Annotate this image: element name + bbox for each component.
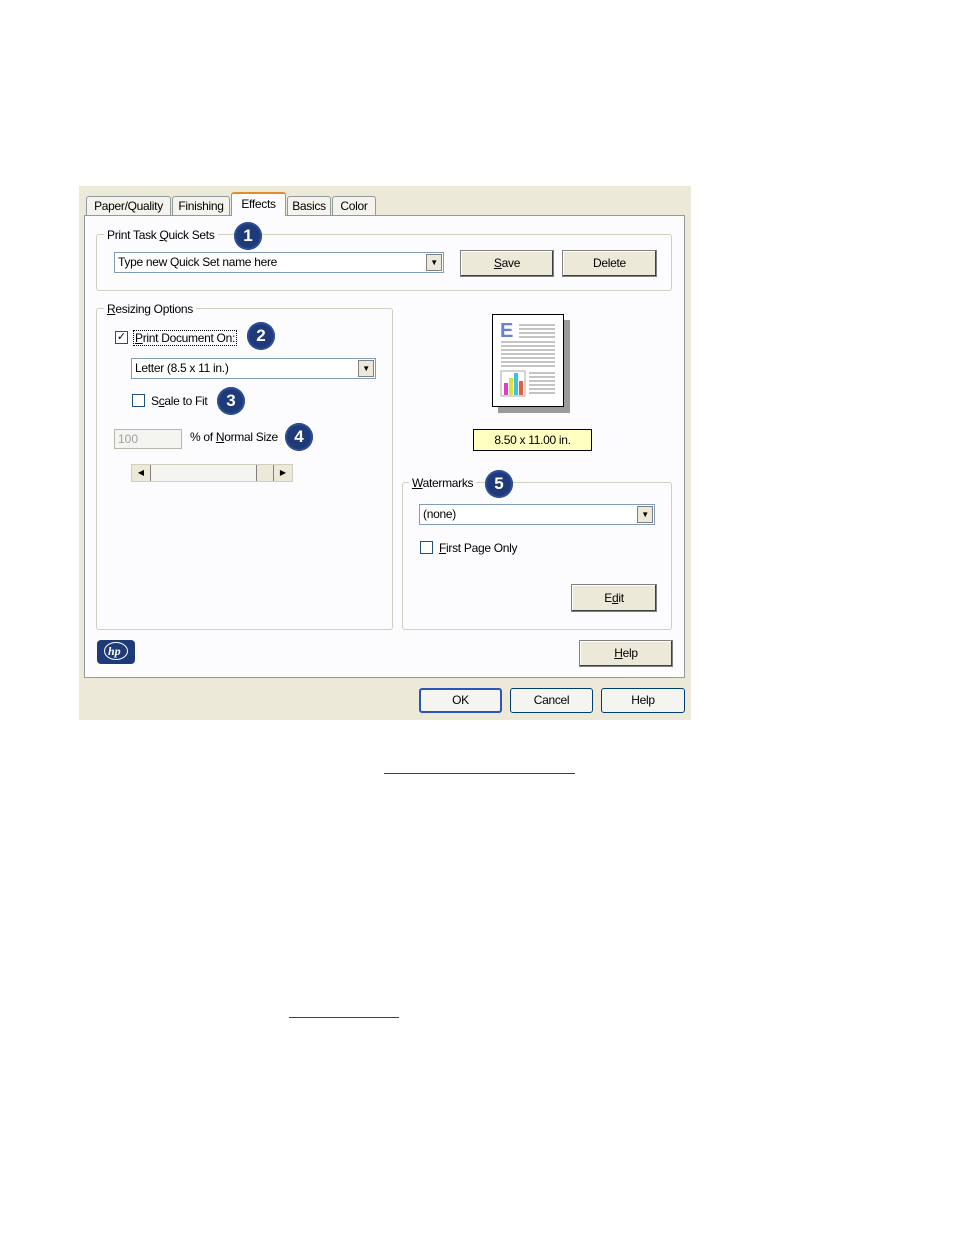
hyperlink-underline[interactable] (384, 773, 575, 774)
effects-tab-panel (84, 215, 685, 678)
tab-effects[interactable]: Effects (231, 192, 286, 216)
tab-paper-quality[interactable]: Paper/Quality (86, 196, 171, 215)
tab-finishing[interactable]: Finishing (172, 196, 230, 215)
tab-color[interactable]: Color (332, 196, 376, 215)
tab-basics[interactable]: Basics (287, 196, 331, 215)
hyperlink-underline[interactable] (289, 1017, 399, 1018)
